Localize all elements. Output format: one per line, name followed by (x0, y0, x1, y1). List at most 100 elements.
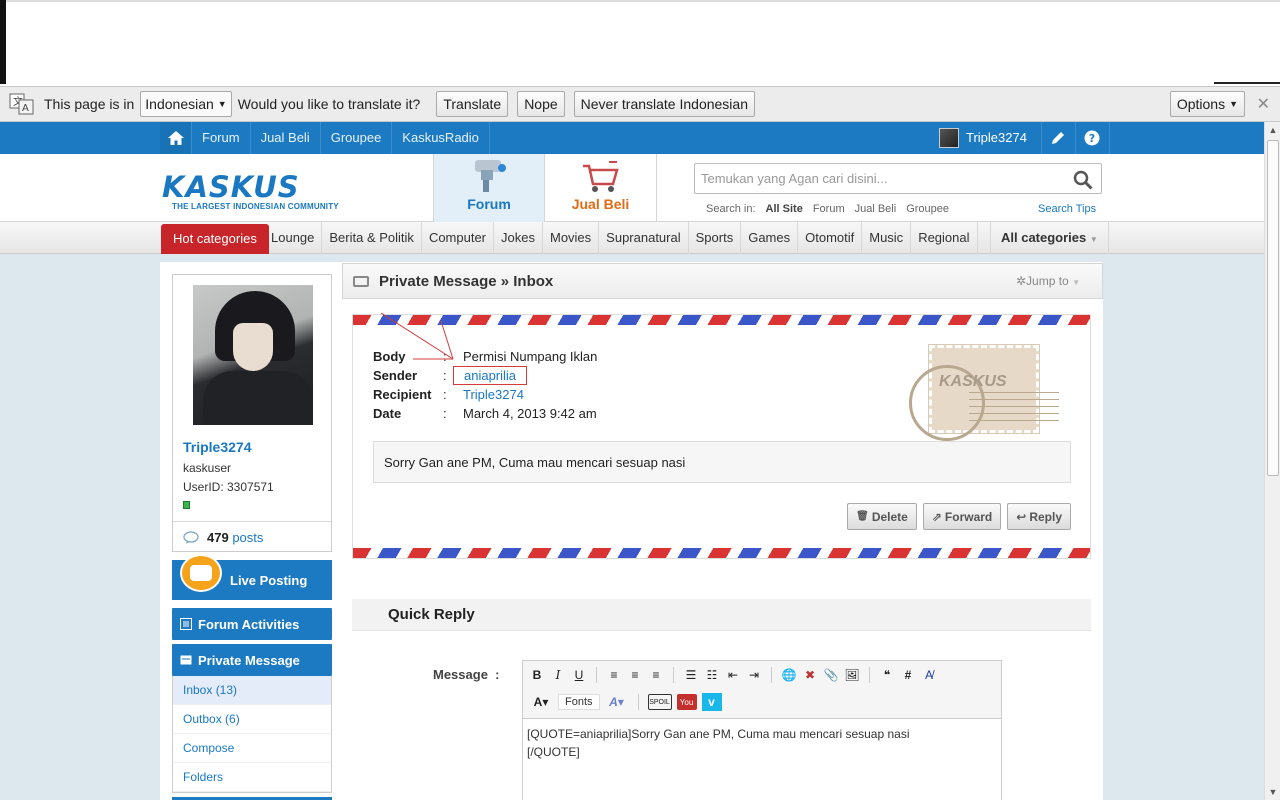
attachment-icon[interactable]: 📎 (823, 667, 839, 683)
search-in-jual-beli[interactable]: Jual Beli (855, 203, 897, 215)
message-label: Message : (433, 667, 500, 682)
date-value: March 4, 2013 9:42 am (463, 406, 597, 421)
airmail-stripe-bottom (353, 548, 1090, 558)
category-lounge[interactable]: Lounge (264, 222, 323, 254)
body-label: Body (373, 349, 406, 364)
align-left-icon[interactable]: ≡ (606, 667, 622, 683)
never-translate-button[interactable]: Never translate Indonesian (573, 91, 755, 117)
list-icon (180, 618, 192, 630)
nope-button[interactable]: Nope (517, 91, 565, 117)
editor-textarea[interactable]: [QUOTE=aniaprilia]Sorry Gan ane PM, Cuma… (523, 719, 1001, 767)
nav-forum[interactable]: Forum (192, 122, 251, 154)
scrollbar-thumb[interactable] (1267, 140, 1279, 476)
hash-icon[interactable]: # (900, 667, 916, 683)
close-icon[interactable]: ✕ (1257, 94, 1270, 114)
reply-icon: ↩ (1016, 509, 1027, 524)
font-color-icon[interactable]: A ▾ (529, 694, 553, 710)
search-in-groupee[interactable]: Groupee (906, 203, 949, 215)
spoiler-icon[interactable]: SPOIL (647, 694, 672, 710)
search-in-forum[interactable]: Forum (813, 203, 845, 215)
forum-icon (434, 154, 544, 196)
live-posting-button[interactable]: Live Posting (172, 554, 332, 600)
outdent-icon[interactable]: ⇤ (725, 667, 741, 683)
category-otomotif[interactable]: Otomotif (798, 222, 863, 254)
private-message-button[interactable]: Private Message (172, 644, 332, 676)
private-message-label: Private Message (198, 652, 300, 668)
sender-link[interactable]: aniaprilia (453, 366, 528, 385)
italic-icon[interactable]: I (550, 667, 566, 683)
svg-text:A: A (22, 103, 29, 114)
delete-button[interactable]: 🗑 Delete (847, 503, 917, 530)
quote-icon[interactable]: ❝ (879, 667, 895, 683)
forward-button[interactable]: ⇗ Forward (922, 503, 1002, 530)
jump-to-dropdown[interactable]: ✲Jump to ▼ (1016, 274, 1080, 288)
message-actions: 🗑 Delete ⇗ Forward ↩ Reply (847, 503, 1071, 530)
indent-icon[interactable]: ⇥ (746, 667, 762, 683)
avatar[interactable] (939, 128, 959, 148)
body-value: Permisi Numpang Iklan (463, 349, 598, 364)
posts-link[interactable]: posts (232, 530, 263, 545)
message-fields: Body: Permisi Numpang Iklan Sender: aniapr… (373, 347, 597, 423)
search-tips-link[interactable]: Search Tips (1038, 203, 1096, 215)
search-input[interactable]: Temukan yang Agan cari disini... (694, 163, 1102, 194)
bullet-list-icon[interactable]: ☰ (683, 667, 699, 683)
page-title: Private Message » Inbox (379, 272, 554, 290)
quick-reply-title: Quick Reply (352, 599, 1091, 631)
category-jokes[interactable]: Jokes (494, 222, 543, 254)
category-movies[interactable]: Movies (543, 222, 600, 254)
bold-icon[interactable]: B (529, 667, 545, 683)
pm-outbox[interactable]: Outbox (6) (173, 705, 331, 734)
tab-jual-beli[interactable]: Jual Beli (545, 154, 657, 222)
all-categories-dropdown[interactable]: All categories ▼ (990, 222, 1109, 256)
home-icon[interactable] (160, 122, 192, 154)
align-center-icon[interactable]: ≡ (627, 667, 643, 683)
unlink-icon[interactable]: ✖ (802, 667, 818, 683)
pm-folders[interactable]: Folders (173, 763, 331, 792)
category-games[interactable]: Games (741, 222, 799, 254)
youtube-icon[interactable]: You (676, 694, 697, 710)
align-right-icon[interactable]: ≡ (648, 667, 664, 683)
category-music[interactable]: Music (862, 222, 912, 254)
image-icon[interactable]: 🖼 (844, 667, 860, 683)
kaskus-logo[interactable]: KASKUS THE LARGEST INDONESIAN COMMUNITY (162, 172, 342, 212)
nav-jual-beli[interactable]: Jual Beli (251, 122, 321, 154)
pm-compose[interactable]: Compose (173, 734, 331, 763)
pencil-icon[interactable] (1042, 122, 1076, 154)
font-size-icon[interactable]: A ▾ (605, 694, 629, 710)
vimeo-icon[interactable]: v (701, 693, 722, 711)
language-select[interactable]: Indonesian ▼ (140, 91, 232, 117)
options-button[interactable]: Options ▼ (1169, 91, 1245, 117)
category-computer[interactable]: Computer (422, 222, 495, 254)
nav-groupee[interactable]: Groupee (321, 122, 393, 154)
category-sports[interactable]: Sports (689, 222, 742, 254)
search-in-all-site[interactable]: All Site (766, 203, 803, 215)
category-berita-politik[interactable]: Berita & Politik (322, 222, 422, 254)
forum-activities-button[interactable]: Forum Activities (172, 608, 332, 640)
profile-name[interactable]: Triple3274 (183, 439, 331, 455)
numbered-list-icon[interactable]: ☷ (704, 667, 720, 683)
pm-inbox[interactable]: Inbox (13) (173, 676, 331, 705)
tab-forum[interactable]: Forum (433, 154, 545, 222)
fonts-dropdown[interactable]: Fonts (558, 694, 600, 710)
scroll-up-arrow-icon[interactable]: ▲ (1265, 122, 1280, 138)
reply-button[interactable]: ↩ Reply (1007, 503, 1071, 530)
nav-username[interactable]: Triple3274 (966, 122, 1042, 154)
search-icon[interactable] (1073, 170, 1093, 190)
profile-avatar[interactable] (193, 285, 313, 425)
scrollbar[interactable]: ▲ ▼ (1264, 122, 1280, 800)
toolbar-divider (673, 667, 674, 683)
hot-categories[interactable]: Hot categories (161, 224, 269, 254)
help-icon[interactable]: ? (1076, 122, 1110, 154)
link-icon[interactable]: 🌐 (781, 667, 797, 683)
scroll-down-arrow-icon[interactable]: ▼ (1265, 784, 1280, 800)
dropdown-arrow-icon: ▼ (1072, 278, 1080, 287)
translate-button[interactable]: Translate (436, 91, 509, 117)
recipient-link[interactable]: Triple3274 (463, 387, 524, 402)
live-posting-icon (180, 554, 222, 592)
nav-kaskus-radio[interactable]: KaskusRadio (392, 122, 490, 154)
remove-format-icon[interactable]: A̸ (921, 667, 937, 683)
category-regional[interactable]: Regional (911, 222, 978, 254)
underline-icon[interactable]: U (571, 667, 587, 683)
tab-jual-beli-label: Jual Beli (571, 196, 630, 212)
category-supranatural[interactable]: Supranatural (599, 222, 689, 254)
